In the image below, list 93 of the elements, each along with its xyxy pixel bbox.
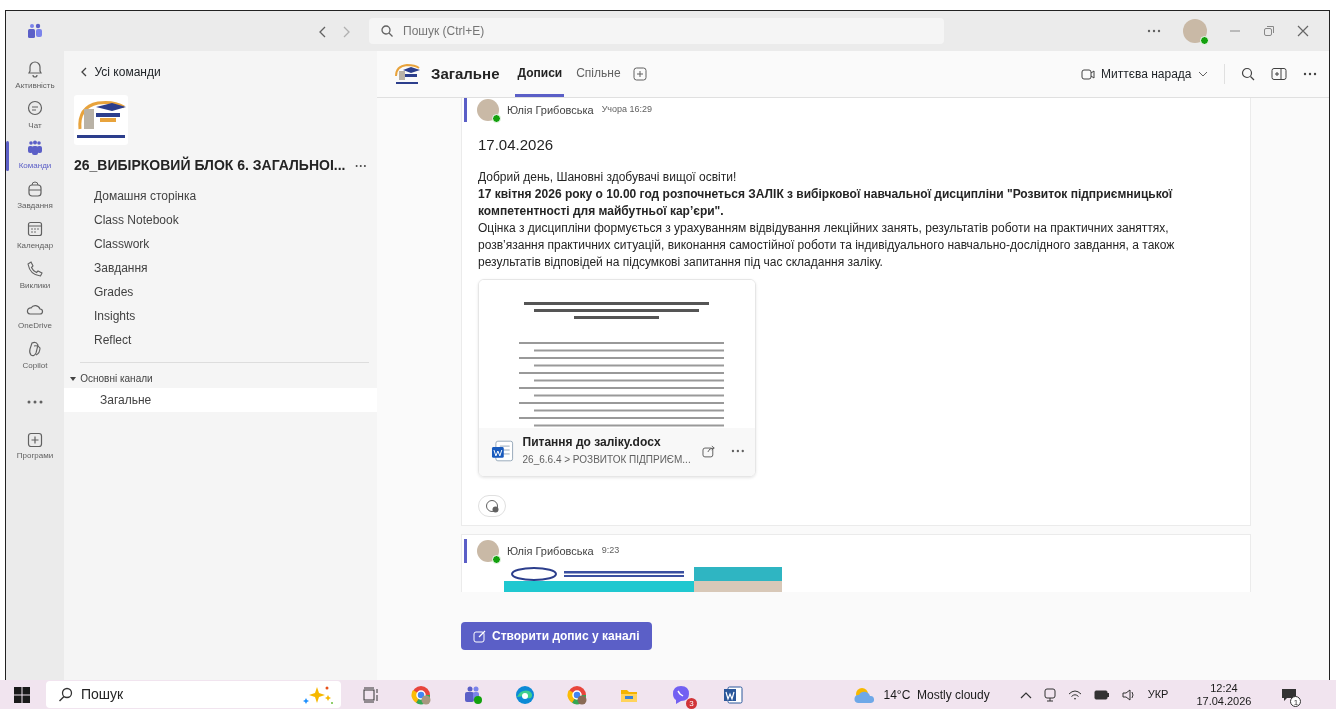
more-options-icon[interactable] — [731, 449, 745, 453]
calendar-icon — [26, 220, 44, 238]
app-bar-item[interactable]: OneDrive — [6, 297, 64, 335]
search-icon[interactable] — [1241, 67, 1255, 81]
apps-button[interactable]: Програми — [6, 428, 64, 465]
post-time: Учора 16:29 — [601, 103, 653, 117]
people-group-icon — [26, 140, 44, 158]
chat-bubble-icon — [26, 100, 44, 118]
restore-icon[interactable] — [1263, 25, 1275, 37]
emoji-icon — [485, 499, 499, 513]
more-apps-icon[interactable] — [27, 399, 43, 404]
backpack-icon — [26, 180, 44, 198]
file-path: 26_6.6.4 > РОЗВИТОК ПІДПРИЄМ... — [522, 453, 688, 467]
all-teams-link[interactable]: Усі команди — [80, 63, 161, 81]
team-nav-item[interactable]: Class Notebook — [64, 208, 179, 232]
more-options-icon[interactable] — [355, 163, 367, 168]
team-nav-item[interactable]: Insights — [64, 304, 136, 328]
file-name: Питання до заліку.docx — [522, 434, 662, 451]
teams-logo-icon[interactable] — [27, 23, 43, 39]
teams-app-icon[interactable] — [463, 684, 483, 705]
windows-start-icon[interactable] — [14, 686, 30, 703]
file-attachment[interactable]: Питання до заліку.docx 26_6.6.4 > РОЗВИТОК ПІДПРИЄМ... — [478, 279, 756, 477]
app-bar-item[interactable]: Чат — [6, 97, 64, 135]
channel-tab[interactable]: Спільне — [574, 51, 623, 97]
clock[interactable]: 12:24 17.04.2026 — [1196, 681, 1252, 708]
close-icon[interactable] — [1297, 25, 1309, 37]
app-bar-item[interactable]: Календар — [6, 217, 64, 255]
speaker-icon[interactable] — [1121, 688, 1136, 701]
meet-now-icon[interactable] — [1043, 687, 1056, 702]
chevron-right-icon — [341, 24, 351, 39]
sparkle-icon — [303, 684, 333, 705]
add-reaction-button[interactable] — [478, 495, 506, 517]
channel-item[interactable]: Загальне — [64, 388, 377, 412]
app-bar-item[interactable]: Команди — [6, 137, 64, 175]
user-avatar[interactable] — [1183, 19, 1207, 43]
notification-icon[interactable] — [1281, 686, 1298, 703]
channel-title: Загальне — [431, 63, 500, 84]
team-nav-item[interactable]: Grades — [64, 280, 134, 304]
chevron-left-icon — [318, 24, 328, 39]
taskbar-search-field[interactable]: Пошук — [46, 681, 341, 708]
team-name[interactable]: 26_ВИБІРКОВИЙ БЛОК 6. ЗАГАЛЬНОІ... — [74, 155, 346, 176]
battery-icon[interactable] — [1093, 689, 1110, 700]
post-paragraph: 17 квітня 2026 року о 10.00 год розпочнеться ЗАЛІК з вибіркової навчальної дисципліни "Розвиток підприємницької компетентності для майбутньої кар’єри". — [478, 186, 1174, 220]
word-document-icon — [491, 439, 515, 463]
edge-browser-icon[interactable] — [515, 684, 535, 705]
team-logo-drawing — [74, 95, 128, 145]
author-avatar — [477, 540, 499, 562]
team-nav-item[interactable]: Домашня сторінка — [64, 184, 197, 208]
video-camera-icon — [1080, 68, 1095, 80]
post-time: 9:23 — [601, 544, 620, 558]
search-icon — [381, 25, 393, 37]
app-bar-item[interactable]: Активність — [6, 57, 64, 95]
notification-badge: 3 — [686, 697, 697, 709]
plus-square-icon — [27, 431, 43, 448]
more-options-icon[interactable] — [1147, 29, 1161, 33]
task-view-icon[interactable] — [363, 686, 379, 703]
author-name: Юлія Грибовська — [507, 102, 594, 118]
chevron-left-icon — [80, 66, 88, 78]
post-subject: 17.04.2026 — [478, 136, 555, 153]
team-nav-item[interactable]: Classwork — [64, 232, 150, 256]
new-post-button[interactable]: Створити допис у каналі — [461, 622, 652, 650]
side-panel-icon[interactable] — [1271, 67, 1287, 81]
browser-icon[interactable] — [411, 684, 431, 705]
browser-icon[interactable] — [567, 684, 587, 705]
add-tab-icon[interactable] — [632, 67, 647, 81]
app-bar-item[interactable]: Завдання — [6, 177, 64, 215]
channel-logo-drawing — [393, 62, 421, 86]
more-options-icon[interactable] — [1303, 72, 1317, 76]
bell-icon — [26, 60, 44, 78]
app-bar-item[interactable]: Copilot — [6, 337, 64, 375]
chevron-down-icon — [1198, 70, 1208, 78]
caret-down-icon — [69, 374, 77, 383]
post-paragraph: Оцінка з дисципліни формується з урахуванням відвідування лекційних занять, результатів роботи на практичних заняттях, розв’язання практичних ситуацій, виконання самостійної роботи та індивідуального навчально-дослідного завдання, а також результатів відповідей на підсумкові запитання під час складання заліку. — [478, 220, 1176, 271]
weather-text[interactable]: 14°C Mostly cloudy — [883, 685, 990, 704]
search-field[interactable]: Пошук (Ctrl+E) — [369, 18, 944, 44]
wifi-icon[interactable] — [1067, 688, 1082, 701]
search-icon — [58, 687, 73, 702]
team-nav-item[interactable]: Завдання — [64, 256, 148, 280]
word-app-icon[interactable] — [723, 684, 743, 705]
app-bar-item[interactable]: Виклики — [6, 257, 64, 295]
copilot-icon — [26, 340, 44, 358]
team-nav-item[interactable]: Reflect — [64, 328, 132, 352]
author-name: Юлія Грибовська — [507, 543, 594, 559]
share-icon[interactable] — [701, 444, 716, 458]
post-paragraph: Добрий день, Шановні здобувачі вищої освіти! — [478, 169, 738, 186]
phone-icon — [26, 260, 44, 278]
compose-icon — [473, 629, 486, 643]
notification-badge: 1 — [1290, 695, 1302, 707]
viber-app-icon[interactable] — [671, 684, 691, 705]
chevron-up-icon[interactable] — [1019, 690, 1032, 699]
language-indicator[interactable]: УКР — [1147, 686, 1169, 703]
channel-group-toggle[interactable]: Основні канали — [69, 371, 153, 386]
meet-now-button[interactable]: Миттєва нарада — [1080, 65, 1208, 83]
